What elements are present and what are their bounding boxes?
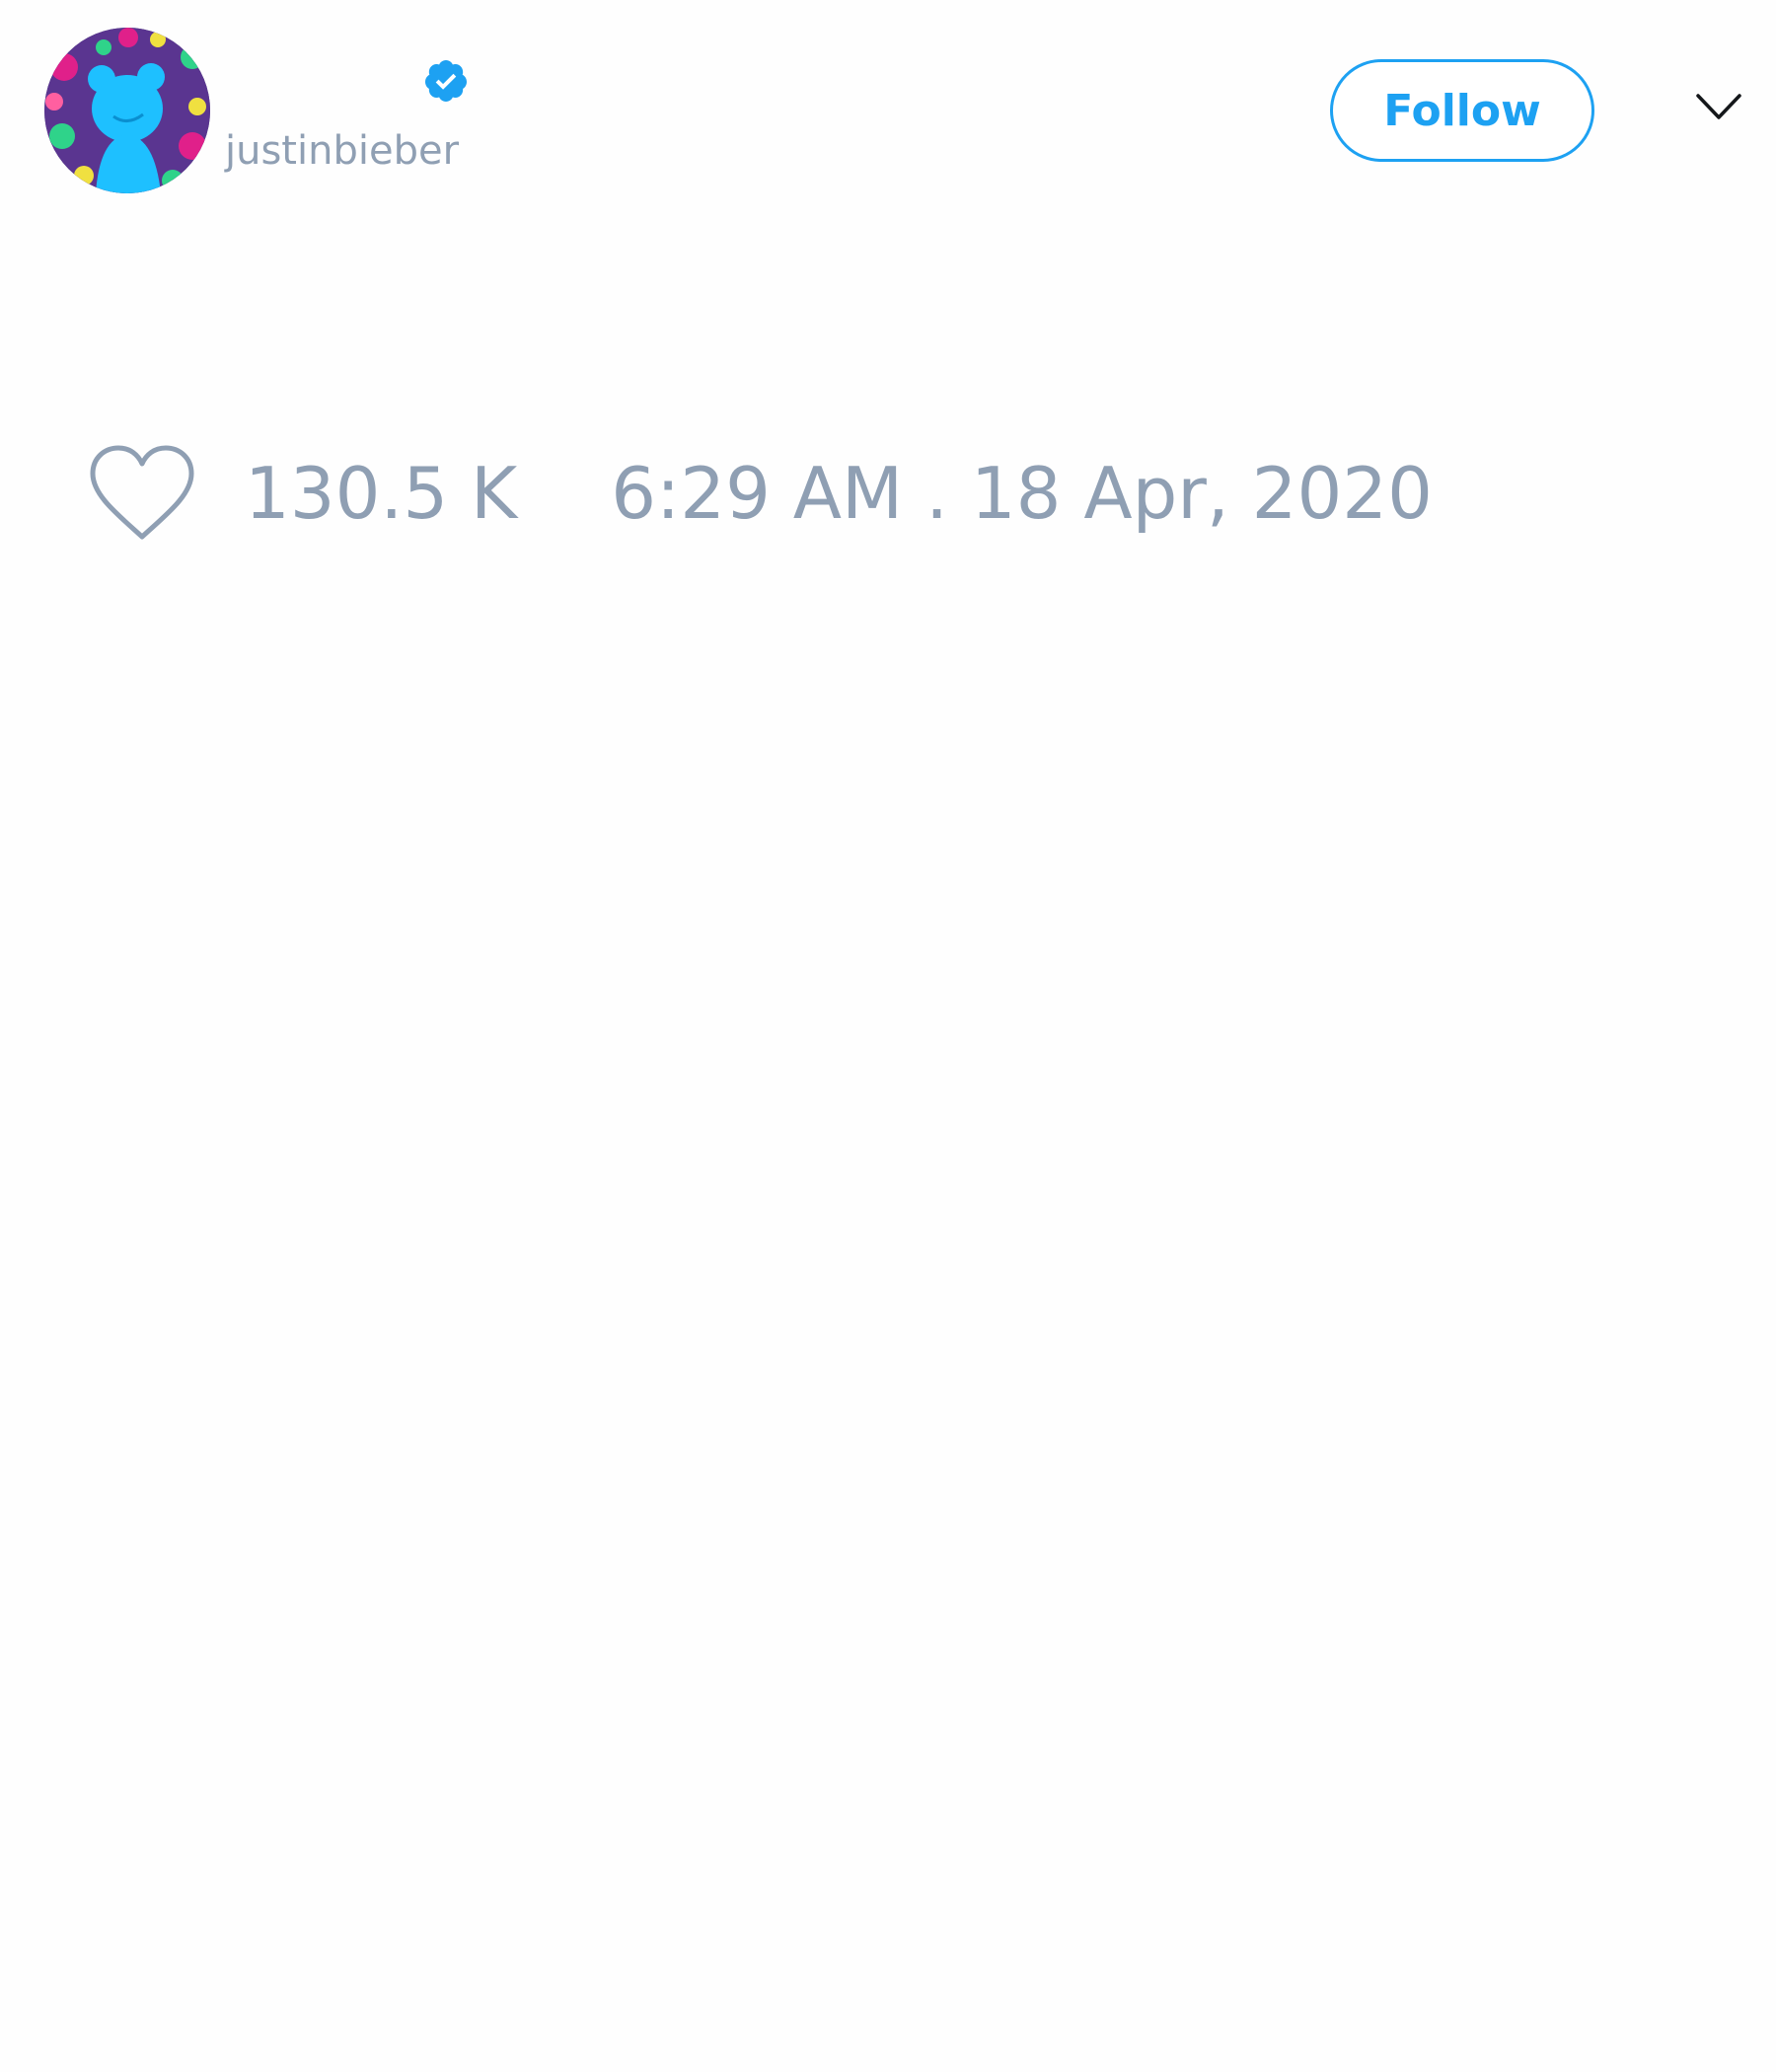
tweet-stats-row: 130.5 K 6:29 AM . 18 Apr, 2020 [89,444,1433,543]
tweet-timestamp[interactable]: 6:29 AM . 18 Apr, 2020 [611,452,1433,535]
verified-badge-icon [424,60,467,102]
follow-button[interactable]: Follow [1330,59,1594,162]
tweet-card: justinbieber Follow 130.5 K 6:29 AM . 18… [0,0,1776,2072]
avatar[interactable] [44,28,210,193]
cartoon-bear-avatar-icon [44,28,210,193]
heart-outline-icon[interactable] [89,444,195,543]
chevron-down-icon[interactable] [1695,91,1742,122]
author-handle[interactable]: justinbieber [225,126,459,176]
like-count: 130.5 K [245,452,518,535]
